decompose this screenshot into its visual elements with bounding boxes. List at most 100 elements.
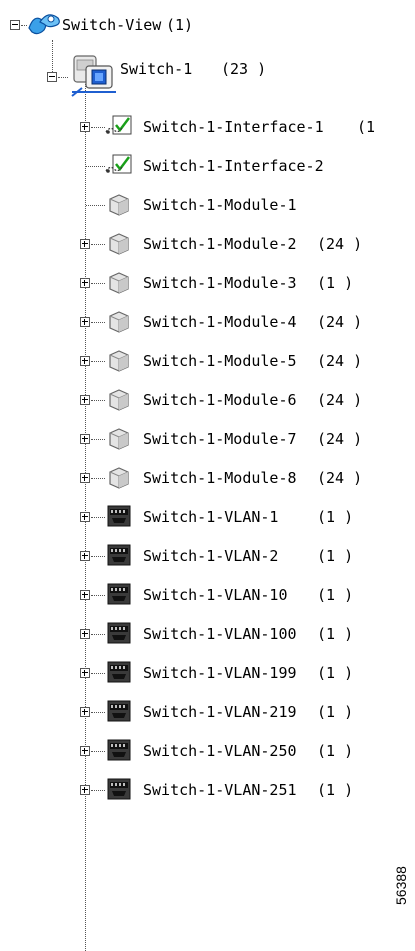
tree-node-count: (1 ) xyxy=(317,703,354,721)
vlan-port-icon xyxy=(106,777,132,805)
tree-node-switch-1-vlan-250[interactable]: Switch-1-VLAN-250 (1 ) xyxy=(0,734,410,768)
expand-toggle[interactable] xyxy=(80,512,90,522)
device-tree: Switch-View (1) Switch-1 (23 ) Switch-1-… xyxy=(0,0,415,951)
tree-node-switch-1-module-2[interactable]: Switch-1-Module-2 (24 ) xyxy=(0,227,410,261)
tree-node-label: Switch-1-VLAN-2 xyxy=(143,547,279,565)
expand-toggle[interactable] xyxy=(80,434,90,444)
expand-toggle[interactable] xyxy=(80,317,90,327)
module-cube-icon xyxy=(106,192,132,222)
tree-node-switch-view[interactable]: Switch-View (1) xyxy=(0,8,260,42)
tree-node-count: (1 ) xyxy=(317,664,354,682)
vlan-port-icon xyxy=(106,621,132,649)
tree-node-label: Switch-View xyxy=(62,16,162,34)
tree-connector xyxy=(91,400,105,401)
interface-check-icon xyxy=(104,114,134,144)
module-cube-icon xyxy=(106,270,132,300)
tree-node-switch-1-vlan-219[interactable]: Switch-1-VLAN-219 (1 ) xyxy=(0,695,410,729)
tree-node-label: Switch-1-Interface-2 xyxy=(143,157,324,175)
expand-toggle[interactable] xyxy=(80,122,90,132)
tree-node-count: (1 ) xyxy=(317,742,354,760)
tree-connector xyxy=(91,634,105,635)
tree-connector xyxy=(91,673,105,674)
tree-node-switch-1-interface-1[interactable]: Switch-1-Interface-1 (1 xyxy=(0,110,410,144)
tree-node-switch-1-vlan-1[interactable]: Switch-1-VLAN-1 (1 ) xyxy=(0,500,410,534)
tree-connector xyxy=(91,322,105,323)
tree-node-switch-1-module-8[interactable]: Switch-1-Module-8 (24 ) xyxy=(0,461,410,495)
expand-toggle[interactable] xyxy=(80,668,90,678)
expand-toggle[interactable] xyxy=(80,239,90,249)
tree-node-switch-1-module-5[interactable]: Switch-1-Module-5 (24 ) xyxy=(0,344,410,378)
expand-toggle[interactable] xyxy=(80,473,90,483)
tree-node-label: Switch-1-VLAN-199 xyxy=(143,664,297,682)
tree-connector xyxy=(91,595,105,596)
tree-node-label: Switch-1-VLAN-219 xyxy=(143,703,297,721)
tree-connector xyxy=(91,244,105,245)
tree-node-label: Switch-1-Module-7 xyxy=(143,430,297,448)
module-cube-icon xyxy=(106,348,132,378)
tree-connector xyxy=(91,712,105,713)
expand-toggle[interactable] xyxy=(80,590,90,600)
expand-toggle[interactable] xyxy=(80,278,90,288)
expand-toggle[interactable] xyxy=(80,746,90,756)
tree-node-switch-1-module-7[interactable]: Switch-1-Module-7 (24 ) xyxy=(0,422,410,456)
tree-node-count: (1 xyxy=(357,118,376,136)
tree-node-label: Switch-1 xyxy=(120,60,193,78)
tree-node-switch-1-vlan-2[interactable]: Switch-1-VLAN-2 (1 ) xyxy=(0,539,410,573)
tree-node-count: (1 ) xyxy=(317,781,354,799)
vlan-port-icon xyxy=(106,543,132,571)
tree-node-label: Switch-1-VLAN-1 xyxy=(143,508,279,526)
tree-node-switch-1-vlan-100[interactable]: Switch-1-VLAN-100 (1 ) xyxy=(0,617,410,651)
tree-connector xyxy=(86,205,105,206)
tree-node-switch-1-module-1[interactable]: Switch-1-Module-1 xyxy=(0,188,410,222)
module-cube-icon xyxy=(106,309,132,339)
tree-node-count: (24 ) xyxy=(317,235,363,253)
collapse-toggle[interactable] xyxy=(10,20,20,30)
tree-node-count: (24 ) xyxy=(317,430,363,448)
tree-node-count: (1 ) xyxy=(317,586,354,604)
tree-connector xyxy=(91,478,105,479)
figure-number: 56388 xyxy=(393,866,409,905)
tree-node-switch-1-module-3[interactable]: Switch-1-Module-3 (1 ) xyxy=(0,266,410,300)
tree-node-count: (1 ) xyxy=(317,547,354,565)
tree-node-switch-1-vlan-10[interactable]: Switch-1-VLAN-10 (1 ) xyxy=(0,578,410,612)
tree-node-label: Switch-1-Module-3 xyxy=(143,274,297,292)
vlan-port-icon xyxy=(106,582,132,610)
tree-node-label: Switch-1-VLAN-250 xyxy=(143,742,297,760)
module-cube-icon xyxy=(106,231,132,261)
switch-view-icon xyxy=(26,10,62,42)
tree-node-label: Switch-1-Module-1 xyxy=(143,196,297,214)
tree-node-switch-1-vlan-251[interactable]: Switch-1-VLAN-251 (1 ) xyxy=(0,773,410,807)
module-cube-icon xyxy=(106,465,132,495)
tree-connector xyxy=(91,361,105,362)
tree-node-count: (24 ) xyxy=(317,469,363,487)
tree-node-count: (1 ) xyxy=(317,274,354,292)
expand-toggle[interactable] xyxy=(80,551,90,561)
expand-toggle[interactable] xyxy=(80,707,90,717)
vlan-port-icon xyxy=(106,504,132,532)
tree-connector xyxy=(91,127,105,128)
tree-node-switch-1-module-4[interactable]: Switch-1-Module-4 (24 ) xyxy=(0,305,410,339)
expand-toggle[interactable] xyxy=(80,785,90,795)
expand-toggle[interactable] xyxy=(80,395,90,405)
vlan-port-icon xyxy=(106,699,132,727)
tree-node-switch-1-vlan-199[interactable]: Switch-1-VLAN-199 (1 ) xyxy=(0,656,410,690)
module-cube-icon xyxy=(106,387,132,417)
tree-node-switch-1-interface-2[interactable]: Switch-1-Interface-2 xyxy=(0,149,410,183)
tree-node-label: Switch-1-Module-5 xyxy=(143,352,297,370)
tree-node-label: Switch-1-Module-6 xyxy=(143,391,297,409)
module-cube-icon xyxy=(106,426,132,456)
tree-node-label: Switch-1-Interface-1 xyxy=(143,118,324,136)
tree-node-label: Switch-1-VLAN-100 xyxy=(143,625,297,643)
tree-node-count: (24 ) xyxy=(317,313,363,331)
tree-connector xyxy=(91,283,105,284)
tree-connector xyxy=(91,751,105,752)
tree-node-switch-1-module-6[interactable]: Switch-1-Module-6 (24 ) xyxy=(0,383,410,417)
expand-toggle[interactable] xyxy=(80,356,90,366)
tree-node-label: Switch-1-Module-4 xyxy=(143,313,297,331)
tree-node-label: Switch-1-Module-2 xyxy=(143,235,297,253)
collapse-toggle[interactable] xyxy=(47,72,57,82)
vlan-port-icon xyxy=(106,738,132,766)
expand-toggle[interactable] xyxy=(80,629,90,639)
tree-node-switch-1[interactable]: Switch-1 (23 ) xyxy=(0,52,300,97)
tree-node-count: (1 ) xyxy=(317,508,354,526)
